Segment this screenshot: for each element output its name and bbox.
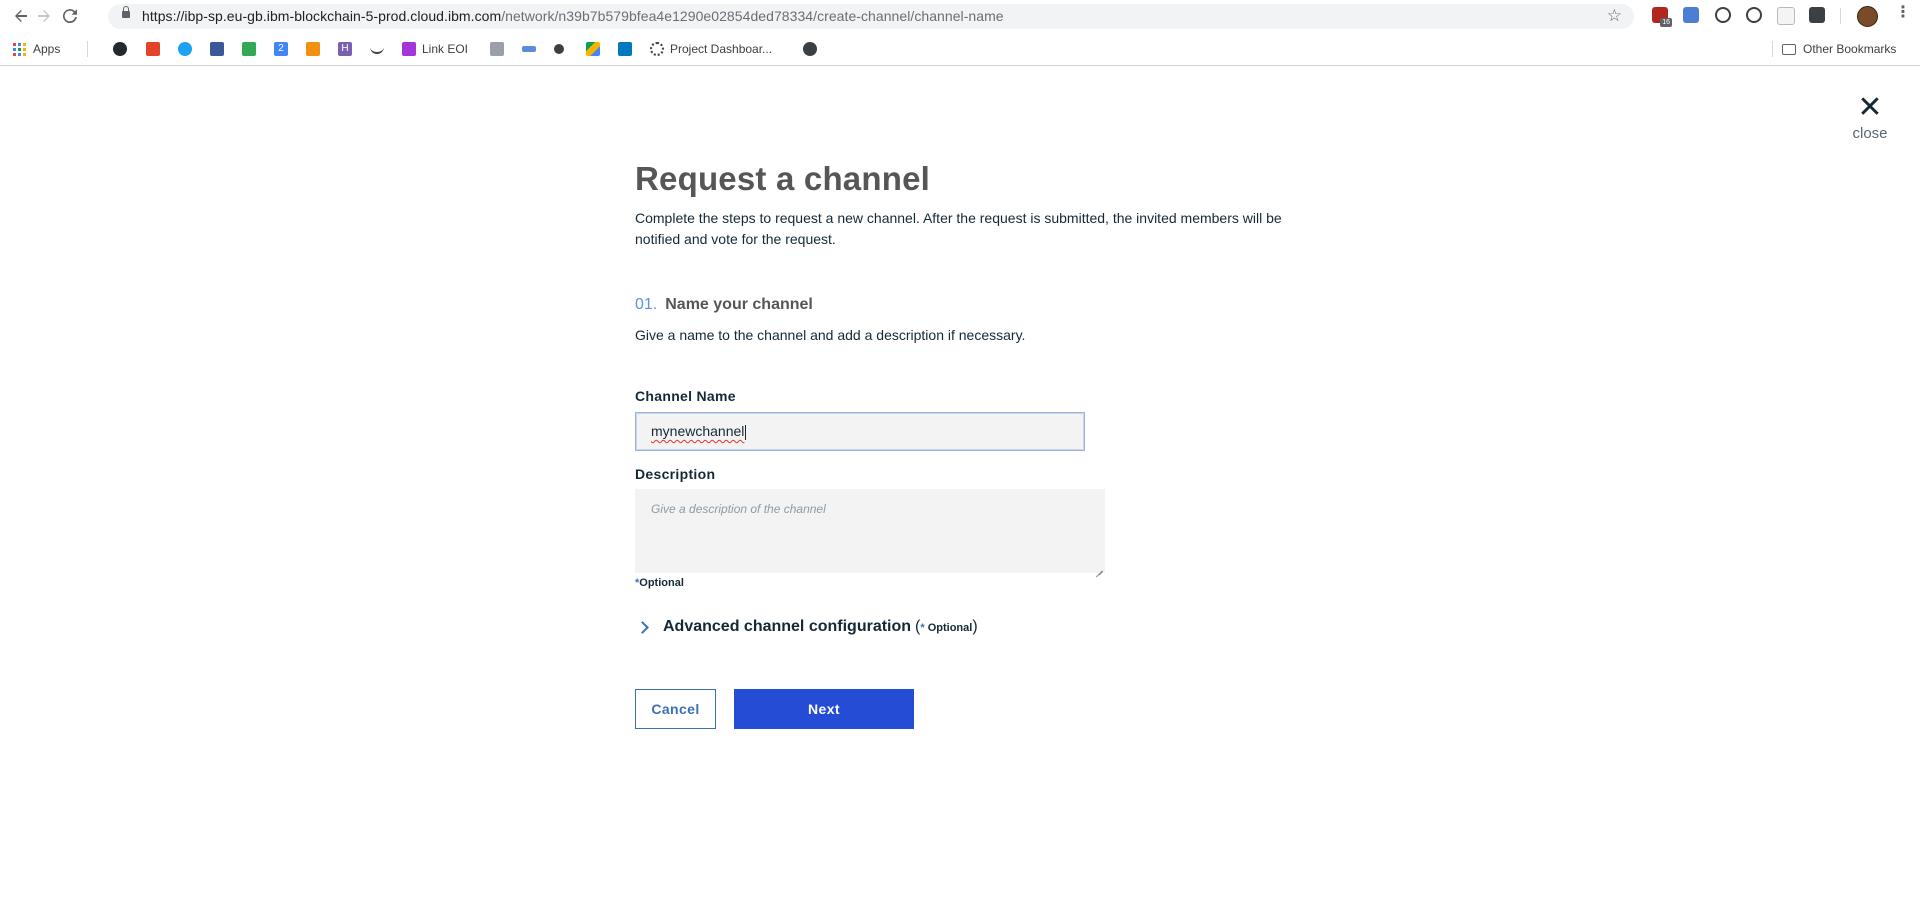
optional-note: *Optional bbox=[635, 577, 684, 589]
bookmark-link-eoi-label: Link EOI bbox=[422, 42, 469, 56]
bookmark-github[interactable] bbox=[113, 41, 133, 57]
description-label: Description bbox=[635, 466, 716, 482]
extension-badge: 16 bbox=[1660, 18, 1672, 27]
bookmark-project-dashboard-label: Project Dashboar... bbox=[670, 42, 773, 56]
bookmark-trello[interactable] bbox=[618, 41, 638, 57]
bookmark-apps-label: Apps bbox=[33, 42, 61, 56]
step-description: Give a name to the channel and add a des… bbox=[635, 327, 1026, 343]
advanced-optional-tag: * Optional bbox=[920, 622, 972, 634]
bookmark-link-eoi[interactable]: Link EOI bbox=[402, 41, 468, 57]
bookmark-maps[interactable] bbox=[242, 41, 262, 57]
close-paren: ) bbox=[972, 618, 978, 635]
page-title: Request a channel bbox=[635, 160, 930, 197]
extension-icon[interactable] bbox=[1809, 7, 1825, 23]
bookmark-wave[interactable] bbox=[370, 41, 390, 57]
advanced-optional: (* Optional) bbox=[915, 618, 978, 636]
bookmark-key[interactable] bbox=[522, 41, 542, 57]
reload-icon[interactable] bbox=[60, 6, 80, 26]
step-heading: 01. Name your channel bbox=[635, 296, 813, 314]
bookmark-network[interactable] bbox=[554, 41, 570, 57]
circle-logo-icon bbox=[803, 42, 817, 56]
profile-avatar[interactable] bbox=[1857, 6, 1878, 27]
next-button[interactable]: Next bbox=[734, 689, 914, 729]
close-icon[interactable]: ✕ bbox=[1840, 93, 1900, 123]
bookmark-project-dashboard[interactable]: Project Dashboar... bbox=[650, 41, 772, 57]
cancel-button[interactable]: Cancel bbox=[635, 689, 716, 729]
bookmarks-bar: Apps 2 H Link EOI Project Dashboar... Ot… bbox=[0, 33, 1920, 66]
channel-name-input[interactable]: mynewchannel bbox=[635, 412, 1085, 451]
github-icon bbox=[113, 42, 127, 56]
wave-icon bbox=[370, 44, 384, 54]
back-arrow-icon[interactable] bbox=[11, 6, 31, 26]
toolbar-separator bbox=[1840, 8, 1841, 24]
bookmark-other-bookmarks[interactable]: Other Bookmarks bbox=[1782, 41, 1896, 57]
drive-icon bbox=[586, 42, 600, 56]
resize-handle-icon[interactable] bbox=[1096, 564, 1103, 571]
page-header: Request a channel Complete the steps to … bbox=[635, 160, 1285, 250]
twitter-icon bbox=[178, 42, 192, 56]
url-text[interactable]: https://ibp-sp.eu-gb.ibm-blockchain-5-pr… bbox=[142, 8, 1004, 24]
bookmark-separator bbox=[1772, 41, 1773, 57]
bookmark-h[interactable]: H bbox=[338, 41, 358, 57]
bookmark-facebook[interactable] bbox=[210, 41, 230, 57]
loading-circle-icon bbox=[650, 42, 664, 56]
close-label[interactable]: close bbox=[1840, 125, 1900, 142]
lock-icon bbox=[122, 6, 130, 18]
bookmark-apps[interactable]: Apps bbox=[13, 41, 60, 57]
step-number: 01. bbox=[635, 296, 658, 313]
extension-icon[interactable] bbox=[1777, 7, 1795, 25]
extension-block-icon[interactable] bbox=[1746, 7, 1762, 23]
url-host: https://ibp-sp.eu-gb.ibm-blockchain-5-pr… bbox=[142, 8, 502, 24]
browser-toolbar: https://ibp-sp.eu-gb.ibm-blockchain-5-pr… bbox=[0, 0, 1920, 32]
advanced-optional-text: Optional bbox=[924, 622, 973, 634]
gitlab-icon bbox=[146, 42, 160, 56]
bookmark-twitter[interactable] bbox=[178, 41, 198, 57]
h-letter-icon: H bbox=[338, 42, 352, 56]
flag-icon bbox=[490, 42, 504, 56]
text-caret bbox=[745, 425, 746, 440]
bookmark-calendar[interactable]: 2 bbox=[274, 41, 294, 57]
channel-name-value: mynewchannel bbox=[651, 423, 745, 439]
extension-info-icon[interactable] bbox=[1715, 7, 1731, 23]
key-icon bbox=[522, 46, 536, 52]
description-placeholder: Give a description of the channel bbox=[651, 502, 826, 516]
step-title: Name your channel bbox=[665, 296, 813, 313]
url-path: /network/n39b7b579bfea4e1290e02854ded783… bbox=[501, 8, 1004, 24]
network-icon bbox=[554, 44, 564, 54]
bookmark-orange[interactable] bbox=[306, 41, 326, 57]
channel-name-label: Channel Name bbox=[635, 388, 736, 404]
extension-icon[interactable]: 16 bbox=[1652, 7, 1672, 27]
calendar-icon: 2 bbox=[274, 42, 288, 56]
advanced-config-label: Advanced channel configuration bbox=[663, 618, 912, 635]
extension-icon[interactable] bbox=[1683, 7, 1699, 23]
page-intro: Complete the steps to request a new chan… bbox=[635, 210, 1282, 247]
facebook-icon bbox=[210, 42, 224, 56]
forward-arrow-icon[interactable] bbox=[34, 6, 54, 26]
chevron-right-icon bbox=[636, 620, 649, 634]
bookmark-circle[interactable] bbox=[803, 41, 823, 57]
bookmark-drive[interactable] bbox=[586, 41, 606, 57]
trello-icon bbox=[618, 42, 632, 56]
bookmark-orange-icon bbox=[306, 42, 320, 56]
bookmark-flag[interactable] bbox=[490, 41, 510, 57]
bookmark-separator bbox=[87, 41, 88, 57]
optional-note-text: Optional bbox=[639, 577, 684, 589]
maps-icon bbox=[242, 42, 256, 56]
other-bookmarks-label: Other Bookmarks bbox=[1803, 42, 1897, 56]
advanced-config-toggle[interactable]: Advanced channel configuration (* Option… bbox=[636, 618, 978, 636]
bookmark-star-icon[interactable]: ☆ bbox=[1607, 6, 1622, 26]
close-button[interactable]: ✕ close bbox=[1840, 93, 1900, 143]
kebab-menu-icon[interactable]: ⋮ bbox=[1895, 5, 1911, 21]
folder-icon bbox=[1782, 43, 1796, 55]
bookmark-gitlab[interactable] bbox=[146, 41, 166, 57]
apps-grid-icon bbox=[13, 42, 26, 56]
link-eoi-icon bbox=[402, 42, 416, 56]
address-bar[interactable]: https://ibp-sp.eu-gb.ibm-blockchain-5-pr… bbox=[108, 4, 1634, 29]
description-textarea[interactable]: Give a description of the channel bbox=[635, 489, 1105, 573]
